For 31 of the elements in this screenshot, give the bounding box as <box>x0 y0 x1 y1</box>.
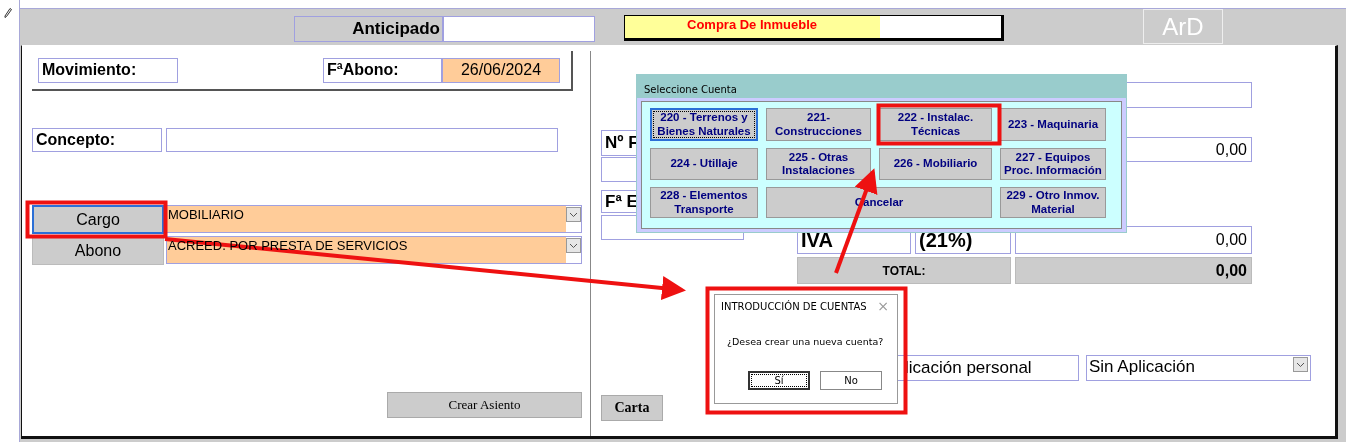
account-button[interactable]: 229 - Otro Inmov. Material <box>1000 187 1106 218</box>
movement-label: Movimiento: <box>38 57 178 83</box>
total-amount: 0,00 <box>1015 257 1252 284</box>
total-label: TOTAL: <box>797 257 1011 284</box>
account-button[interactable]: 226 - Mobiliario <box>879 148 992 180</box>
dialog-button[interactable]: Sí <box>748 371 810 390</box>
window-title: Seleccione Cuenta <box>637 75 1126 98</box>
concept-field[interactable] <box>166 128 558 152</box>
account-button[interactable]: 224 - Utillaje <box>650 148 758 180</box>
dialog-button[interactable]: No <box>820 371 882 390</box>
create-entry-button[interactable]: Crear Asiento <box>387 392 582 418</box>
account-button[interactable]: 227 - Equipos Proc. Información <box>1000 148 1106 180</box>
pencil-icon <box>4 8 12 18</box>
letter-button[interactable]: Carta <box>601 395 663 421</box>
account-button[interactable]: 228 - Elementos Transporte <box>650 187 758 218</box>
account-button[interactable]: 223 - Maquinaria <box>1000 108 1106 141</box>
advance-field[interactable] <box>443 16 595 42</box>
date-label: FªAbono: <box>323 57 442 83</box>
title-banner: Compra De Inmueble <box>624 15 1004 41</box>
account-button[interactable]: 225 - Otras Instalaciones <box>766 148 871 180</box>
account-select[interactable]: MOBILIARIO <box>166 205 582 233</box>
account-button[interactable]: 221- Construcciones <box>766 108 871 141</box>
account-button[interactable]: Cargo <box>32 205 164 234</box>
dialog-title: INTRODUCCIÓN DE CUENTAS <box>721 301 867 312</box>
application-select[interactable]: Sin Aplicación <box>1086 355 1311 381</box>
account-button[interactable]: 220 - Terrenos y Bienes Naturales <box>650 108 758 141</box>
concept-label: Concepto: <box>32 128 162 152</box>
dialog-message: ¿Desea crear una nueva cuenta? <box>727 336 885 347</box>
date-field[interactable]: 26/06/2024 <box>442 57 560 83</box>
advance-label: Anticipado <box>294 16 443 42</box>
account-button[interactable]: 222 - Instalac. Técnicas <box>879 108 992 141</box>
